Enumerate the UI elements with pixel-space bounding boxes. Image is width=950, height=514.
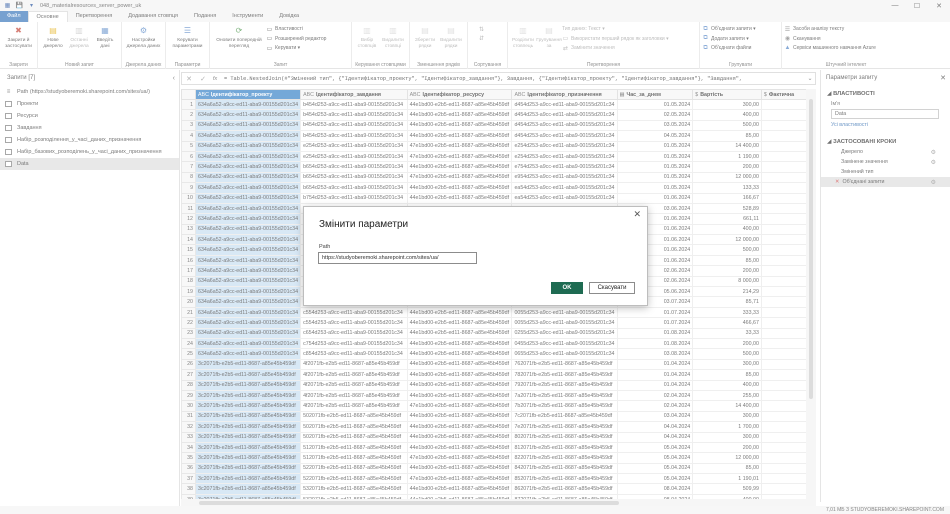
- dialog-title: Змінити параметри: [319, 219, 409, 230]
- cancel-button[interactable]: Скасувати: [589, 282, 635, 294]
- edit-parameters-dialog: Змінити параметри ✕ Path https://studyob…: [303, 206, 648, 306]
- ok-button[interactable]: OK: [551, 282, 583, 294]
- path-input[interactable]: https://studyoberemoki.sharepoint.com/si…: [318, 252, 477, 264]
- close-icon[interactable]: ✕: [633, 209, 641, 220]
- path-label: Path: [319, 244, 331, 250]
